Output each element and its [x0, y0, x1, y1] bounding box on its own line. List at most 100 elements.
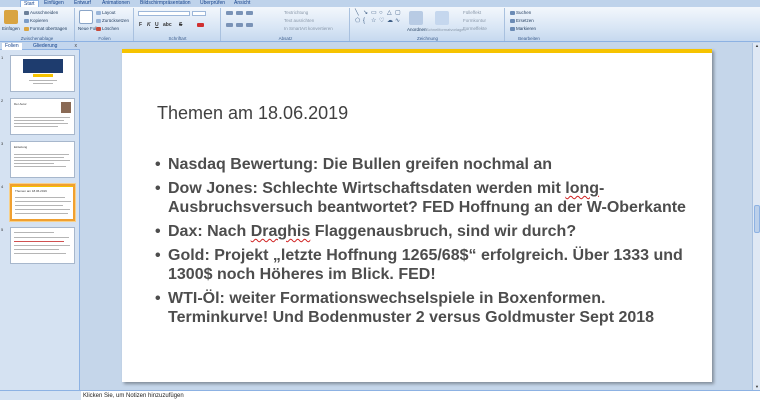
current-slide[interactable]: Themen am 18.06.2019 Nasdaq Bewertung: D… [122, 49, 712, 382]
notes-pane[interactable]: Klicken Sie, um Notizen hinzuzufügen [81, 390, 760, 400]
tab-outline[interactable]: Gliederung [33, 43, 57, 50]
paste-icon[interactable] [4, 10, 18, 24]
slide-number: 2 [1, 98, 4, 103]
shape-fill-button[interactable]: Fülleffekt [463, 10, 481, 15]
quick-styles-button[interactable]: Schnellformatvorlagen [426, 27, 466, 32]
arrange-button[interactable]: Anordnen [407, 27, 427, 32]
tab-insert[interactable]: Einfügen [44, 0, 64, 7]
layout-button[interactable]: Layout [96, 10, 116, 15]
bullet-list[interactable]: Nasdaq Bewertung: Die Bullen greifen noc… [155, 155, 695, 332]
slide-number: 4 [1, 184, 4, 189]
indent-icon[interactable] [246, 11, 253, 15]
slide-number: 1 [1, 55, 4, 60]
bullet-dax: Dax: Nach Draghis Flaggenausbruch, sind … [155, 222, 695, 241]
cloud-shape-icon[interactable]: ☁ [387, 18, 393, 24]
arrange-icon[interactable] [409, 11, 423, 25]
scroll-up-icon[interactable]: ▲ [753, 43, 760, 49]
align-left-icon[interactable] [226, 23, 233, 27]
panel-tabs: Folien Gliederung x [0, 43, 80, 50]
align-text-button[interactable]: Text ausrichten [284, 18, 314, 23]
tab-start[interactable]: Start [20, 0, 39, 7]
line-shape-icon[interactable]: ╲ [355, 10, 359, 16]
curve-shape-icon[interactable]: ∿ [395, 18, 400, 24]
smartart-button[interactable]: In SmartArt konvertieren [284, 26, 333, 31]
vertical-scrollbar[interactable]: ▲ ▼ [752, 43, 760, 390]
thumb-title: Einleitung [14, 145, 28, 149]
group-label-drawing: Zeichnung [416, 36, 438, 41]
delete-slide-button[interactable]: Löschen [96, 26, 119, 31]
find-button[interactable]: Suchen [510, 10, 531, 15]
rectangle-shape-icon[interactable]: ▭ [371, 10, 377, 16]
layout-icon [96, 10, 101, 15]
ribbon-tabs: Start Einfügen Entwurf Animationen Bilds… [0, 0, 760, 7]
heart-shape-icon[interactable]: ♡ [379, 18, 384, 24]
slide-title[interactable]: Themen am 18.06.2019 [157, 103, 348, 124]
cut-button[interactable]: Ausschneiden [24, 10, 58, 15]
tab-slideshow[interactable]: Bildschirmpräsentation [140, 0, 191, 7]
find-icon [510, 10, 515, 15]
reset-icon [96, 18, 101, 23]
underline-button[interactable]: U [155, 23, 159, 28]
bracket-shape-icon[interactable]: { [363, 18, 365, 24]
tab-design[interactable]: Entwurf [74, 0, 91, 7]
star-shape-icon[interactable]: ☆ [371, 18, 376, 24]
italic-button[interactable]: K [147, 23, 151, 28]
new-slide-icon[interactable] [79, 10, 93, 24]
strikethrough-button[interactable]: S [179, 23, 182, 28]
shadow-button[interactable]: abc [163, 23, 172, 28]
slide-thumbnail-3[interactable]: Einleitung [10, 141, 75, 178]
bullet-nasdaq: Nasdaq Bewertung: Die Bullen greifen noc… [155, 155, 695, 174]
tab-review[interactable]: Überprüfen [200, 0, 225, 7]
notes-placeholder: Klicken Sie, um Notizen hinzuzufügen [83, 393, 184, 399]
logo-bar [33, 74, 53, 77]
oval-shape-icon[interactable]: ○ [379, 10, 383, 16]
slide-thumbnail-4[interactable]: Themen am 18.06.2019 [10, 184, 75, 221]
slides-panel: Folien Gliederung x 1 2 Der Autor 3 Einl… [0, 43, 80, 390]
slide-thumbnail-1[interactable] [10, 55, 75, 92]
bold-button[interactable]: F [139, 23, 142, 28]
copy-button[interactable]: Kopieren [24, 18, 48, 23]
pentagon-shape-icon[interactable]: ⬠ [355, 18, 360, 24]
bullet-wti-oil: WTI-Öl: weiter Formationswechselspiele i… [155, 289, 695, 327]
shape-effects-button[interactable]: Formeffekte [463, 26, 487, 31]
align-center-icon[interactable] [236, 23, 243, 27]
accent-bar [122, 49, 712, 53]
author-photo [61, 102, 71, 113]
select-button[interactable]: Markieren [510, 26, 536, 31]
thumb-title: Themen am 18.06.2019 [15, 189, 47, 193]
slide-number: 3 [1, 141, 4, 146]
align-right-icon[interactable] [246, 23, 253, 27]
title-image [23, 59, 63, 73]
font-color-icon[interactable] [197, 23, 204, 27]
tab-view[interactable]: Ansicht [234, 0, 250, 7]
select-icon [510, 26, 515, 31]
replace-button[interactable]: Ersetzen [510, 18, 534, 23]
quick-styles-icon[interactable] [435, 11, 449, 25]
triangle-shape-icon[interactable]: △ [387, 10, 392, 16]
arrow-shape-icon[interactable]: ↘ [363, 10, 368, 16]
close-panel-icon[interactable]: x [75, 43, 78, 50]
format-painter-button[interactable]: Format übertragen [24, 26, 67, 31]
numbering-icon[interactable] [236, 11, 243, 15]
rounded-rect-shape-icon[interactable]: ▢ [395, 10, 401, 16]
shape-outline-button[interactable]: Formkontur [463, 18, 486, 23]
tab-animations[interactable]: Animationen [102, 0, 130, 7]
group-label-slides: Folien [98, 36, 111, 41]
group-drawing: ╲ ↘ ▭ ○ △ ▢ ⬠ { ☆ ♡ ☁ ∿ Anordnen Schnell… [351, 8, 505, 41]
group-paragraph: Textrichtung Text ausrichten In SmartArt… [222, 8, 350, 41]
bullets-icon[interactable] [226, 11, 233, 15]
font-name-select[interactable] [138, 11, 190, 16]
reset-button[interactable]: Zurücksetzen [96, 18, 129, 23]
font-size-select[interactable] [192, 11, 206, 16]
scroll-thumb[interactable] [754, 205, 760, 233]
slide-thumbnail-2[interactable]: Der Autor [10, 98, 75, 135]
tab-slides[interactable]: Folien [2, 43, 22, 50]
text-direction-button[interactable]: Textrichtung [284, 10, 308, 15]
group-label-paragraph: Absatz [278, 36, 293, 41]
replace-icon [510, 18, 515, 23]
paste-button[interactable]: Einfügen [2, 26, 20, 31]
slide-number: 5 [1, 227, 4, 232]
slide-thumbnail-5[interactable] [10, 227, 75, 264]
group-slides: Neue Folie Layout Zurücksetzen Löschen F… [76, 8, 134, 41]
bullet-dow-jones: Dow Jones: Schlechte Wirtschaftsdaten we… [155, 179, 695, 217]
